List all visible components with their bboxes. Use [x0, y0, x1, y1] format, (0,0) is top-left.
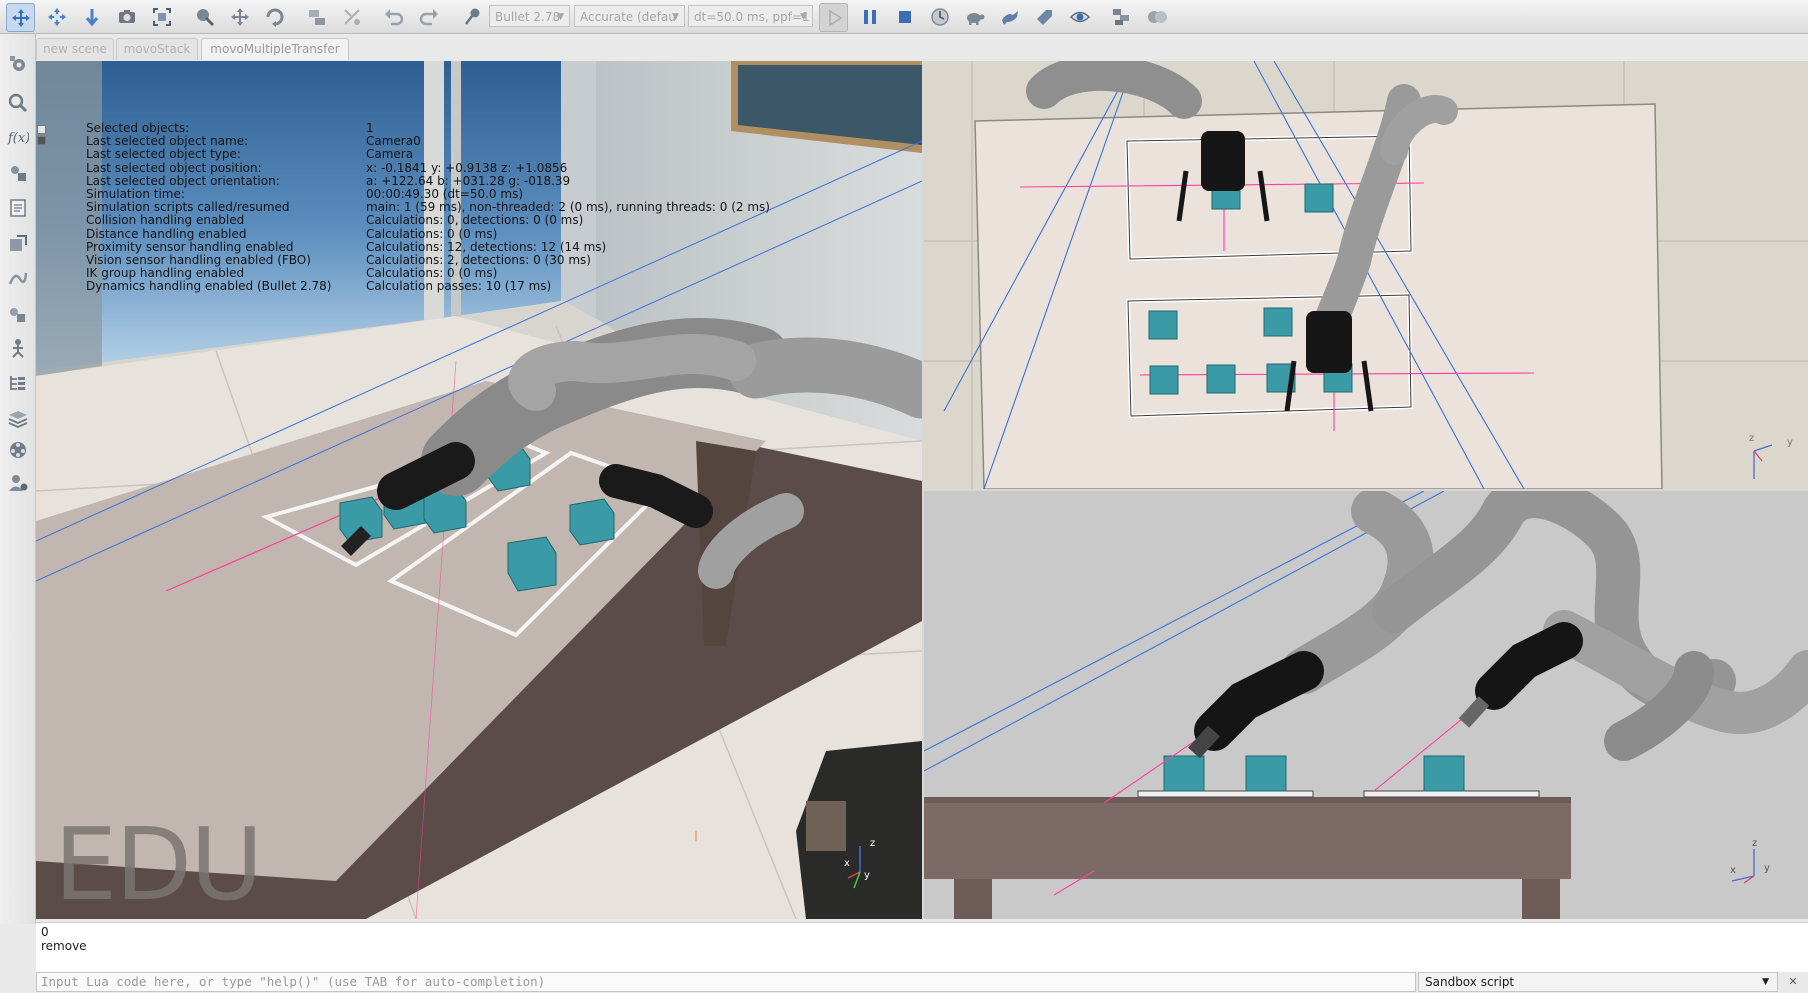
info-value: x: -0.1841 y: +0.9138 z: +1.0856 [366, 160, 568, 175]
transfer-dna-icon[interactable] [338, 3, 365, 30]
view-splitter-horizontal[interactable] [924, 489, 1808, 491]
redo-icon[interactable] [415, 3, 442, 30]
axis-gizmo: z x y [844, 836, 894, 896]
side-camera-view[interactable]: z x y [924, 491, 1808, 919]
undo-icon[interactable] [380, 3, 407, 30]
calculation-modules-icon[interactable]: f(x) [4, 123, 31, 150]
slow-down-icon[interactable] [961, 3, 988, 30]
svg-text:f(x): f(x) [7, 131, 29, 146]
visualization-toggle-icon[interactable] [1066, 3, 1093, 30]
close-icon[interactable]: ✕ [1784, 974, 1802, 990]
top-camera-render [924, 61, 1808, 489]
chevron-down-icon: ▼ [800, 12, 807, 22]
info-value: a: +122.64 b: +031.28 g: -018.39 [366, 173, 571, 188]
selection-icon[interactable] [4, 301, 31, 328]
lua-command-input[interactable]: Input Lua code here, or type "help()" (u… [36, 972, 1416, 992]
info-label: Collision handling enabled [86, 213, 245, 228]
dynamics-icon[interactable] [458, 3, 485, 30]
model-browser-toggle-icon[interactable] [4, 334, 31, 361]
camera-rotate-icon[interactable] [43, 3, 70, 30]
scripts-icon[interactable] [4, 194, 31, 221]
layers-icon[interactable] [4, 404, 31, 431]
object-shift-icon[interactable] [226, 3, 253, 30]
chevron-down-icon: ▼ [1762, 977, 1769, 987]
info-label: Last selected object type: [86, 147, 241, 162]
axis-z-label: z [1752, 838, 1758, 849]
edu-watermark: EDU [54, 806, 263, 919]
real-time-mode-icon[interactable] [926, 3, 953, 30]
axis-x-label: x [844, 858, 850, 869]
info-value: Calculations: 0 (0 ms) [366, 226, 498, 241]
pause-simulation-button[interactable] [856, 3, 883, 30]
console-line: 0 [41, 925, 49, 939]
info-label: Dynamics handling enabled (Bullet 2.78) [86, 279, 332, 294]
collapse-icon[interactable] [37, 125, 46, 134]
info-label: Last selected object orientation: [86, 173, 280, 188]
chevron-down-icon: ▼ [672, 12, 679, 22]
info-value: Camera [366, 147, 414, 162]
info-value: Calculation passes: 10 (17 ms) [366, 279, 552, 294]
object-rotate-icon[interactable] [261, 3, 288, 30]
info-value: Calculations: 12, detections: 12 (14 ms) [366, 239, 607, 254]
info-label: Distance handling enabled [86, 226, 247, 241]
tab-label: movoStack [123, 42, 191, 56]
video-recorder-icon[interactable] [4, 436, 31, 463]
tab-movo-multiple-transfer[interactable]: movoMultipleTransfer [201, 38, 349, 60]
timestep-select[interactable]: dt=50.0 ms, ppf=1 ▼ [688, 5, 813, 27]
search-icon[interactable] [4, 89, 31, 116]
info-label: Last selected object position: [86, 160, 262, 175]
path-edit-icon[interactable] [4, 264, 31, 291]
timestep-value: dt=50.0 ms, ppf=1 [694, 10, 810, 24]
physics-engine-select[interactable]: Bullet 2.78 ▼ [489, 5, 570, 27]
axis-z-label: z [870, 838, 876, 849]
tab-new-scene[interactable]: new scene [36, 38, 114, 60]
model-browser-icon[interactable] [1143, 3, 1170, 30]
camera-shift-icon[interactable] [78, 3, 105, 30]
tab-label: new scene [43, 42, 107, 56]
side-camera-render [924, 491, 1808, 919]
simulation-settings-icon[interactable] [4, 50, 31, 77]
main-toolbar: Bullet 2.78 ▼ Accurate (defau ▼ dt=50.0 ms… [0, 0, 1808, 34]
scene-hierarchy-icon[interactable] [1107, 3, 1134, 30]
console-line: remove [41, 939, 87, 953]
start-simulation-button[interactable] [819, 3, 848, 32]
info-value: Calculations: 0, detections: 0 (0 ms) [366, 213, 584, 228]
camera-pan-icon[interactable] [6, 3, 35, 32]
engine-accuracy-value: Accurate (defau [580, 10, 676, 24]
main-3d-view[interactable]: Selected objects: 1 Last selected object … [36, 61, 922, 919]
axis-y-label: y [864, 870, 870, 881]
object-select-icon[interactable] [191, 3, 218, 30]
status-console: 0 remove [36, 922, 1808, 972]
collections-icon[interactable] [4, 159, 31, 186]
expand-icon[interactable] [37, 136, 46, 145]
user-settings-icon[interactable] [4, 469, 31, 496]
fit-to-view-icon[interactable] [148, 3, 175, 30]
script-context-value: Sandbox script [1425, 975, 1515, 989]
speed-up-icon[interactable] [996, 3, 1023, 30]
physics-engine-value: Bullet 2.78 [495, 10, 561, 24]
axis-z-label: z [1749, 433, 1755, 444]
stop-simulation-button[interactable] [891, 3, 918, 30]
info-label: Proximity sensor handling enabled [86, 239, 294, 254]
axis-x-label: x [1730, 865, 1736, 876]
top-camera-view[interactable]: z y [924, 61, 1808, 489]
axis-y-label: y [1764, 863, 1770, 874]
left-toolbar: f(x) [0, 34, 36, 924]
tab-label: movoMultipleTransfer [210, 42, 340, 56]
tab-movo-stack[interactable]: movoStack [116, 38, 198, 60]
info-collapse-icons[interactable] [36, 123, 46, 147]
threaded-rendering-icon[interactable] [1031, 3, 1058, 30]
scene-hierarchy-toggle-icon[interactable] [4, 369, 31, 396]
script-context-select[interactable]: Sandbox script ▼ [1418, 972, 1778, 992]
shapes-edit-icon[interactable] [4, 230, 31, 257]
engine-accuracy-select[interactable]: Accurate (defau ▼ [574, 5, 685, 27]
camera-view-icon[interactable] [113, 3, 140, 30]
chevron-down-icon: ▼ [557, 12, 564, 22]
assemble-icon[interactable] [303, 3, 330, 30]
axis-y-label: y [1787, 437, 1793, 448]
